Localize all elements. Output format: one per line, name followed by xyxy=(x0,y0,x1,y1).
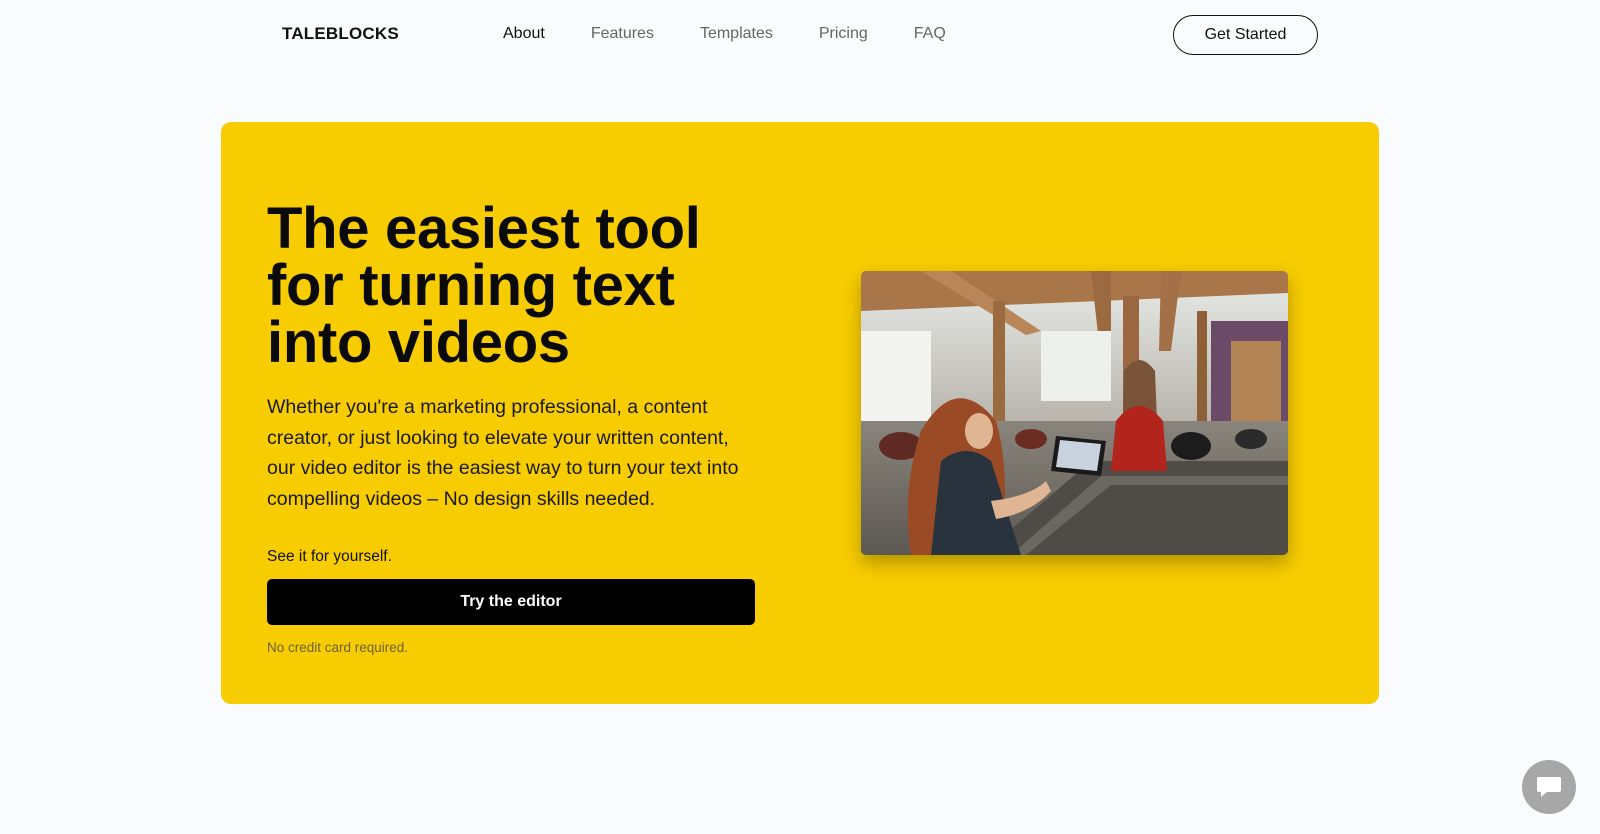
see-it-text: See it for yourself. xyxy=(267,548,392,565)
nav-link-faq[interactable]: FAQ xyxy=(914,25,946,43)
nav-link-about[interactable]: About xyxy=(503,25,545,43)
nav-link-features[interactable]: Features xyxy=(591,25,654,43)
nav-link-pricing[interactable]: Pricing xyxy=(819,25,868,43)
hero-section: The easiest tool for turning text into v… xyxy=(221,122,1379,704)
salon-reception-photo-icon xyxy=(861,271,1288,555)
chat-bubble-icon xyxy=(1537,777,1561,797)
no-credit-card-note: No credit card required. xyxy=(267,640,409,655)
hero-image xyxy=(861,271,1288,555)
hero-title: The easiest tool for turning text into v… xyxy=(267,196,701,375)
nav-link-templates[interactable]: Templates xyxy=(700,25,773,43)
top-navigation: TALEBLOCKS About Features Templates Pric… xyxy=(0,0,1600,70)
try-editor-button[interactable]: Try the editor xyxy=(267,579,755,625)
hero-description: Whether you're a marketing professional,… xyxy=(267,396,739,510)
nav-links: About Features Templates Pricing FAQ xyxy=(503,25,992,43)
get-started-button[interactable]: Get Started xyxy=(1173,15,1318,55)
chat-button[interactable] xyxy=(1522,760,1576,814)
brand-logo[interactable]: TALEBLOCKS xyxy=(282,24,399,44)
